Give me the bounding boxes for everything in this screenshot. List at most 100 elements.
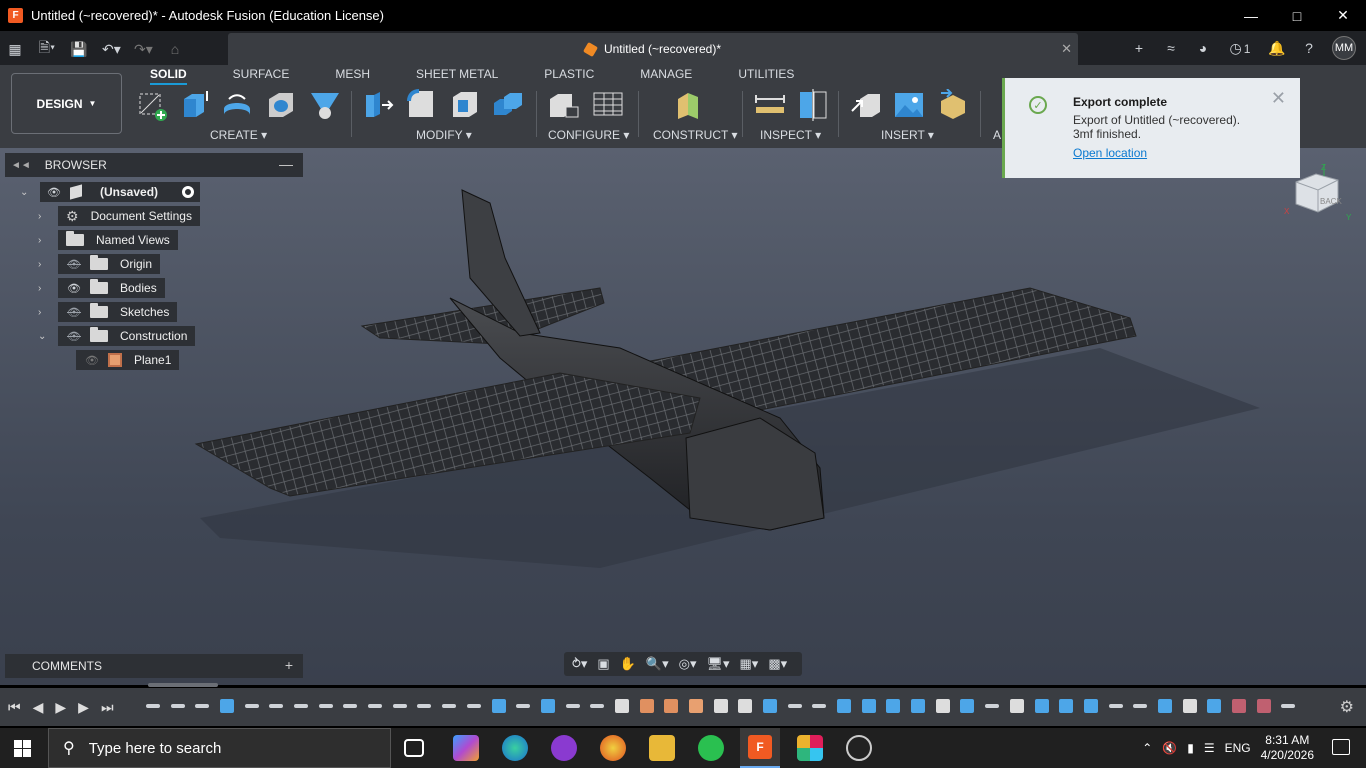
insert-derive-icon[interactable] (850, 89, 882, 121)
timeline-feature-icon[interactable] (714, 699, 728, 713)
taskbar-search-box[interactable]: ⚲ Type here to search (48, 728, 391, 768)
save-icon[interactable]: 💾 (70, 41, 88, 58)
orbit-icon[interactable]: ⥁▾ (572, 656, 587, 672)
chevron-down-icon[interactable]: ⌄ (20, 187, 30, 198)
battery-icon[interactable]: ▮ (1187, 741, 1194, 755)
loft-icon[interactable] (309, 89, 341, 121)
task-view-icon[interactable] (404, 739, 424, 757)
undo-icon[interactable]: ↶▾ (102, 41, 121, 58)
document-tab[interactable]: Untitled (~recovered)* ✕ (228, 33, 1078, 65)
data-panel-grid-icon[interactable]: ▦ (6, 41, 24, 58)
browser-item-document-settings[interactable]: › ⚙ Document Settings (38, 206, 200, 226)
timeline-feature-icon[interactable] (368, 704, 382, 708)
timeline-feature-icon[interactable] (1010, 699, 1024, 713)
tab-utilities[interactable]: UTILITIES (738, 67, 794, 85)
comments-panel-header[interactable]: COMMENTS + (5, 654, 303, 678)
timeline-feature-icon[interactable] (911, 699, 925, 713)
extrude-icon[interactable] (178, 89, 210, 121)
new-tab-icon[interactable]: + (1130, 40, 1148, 56)
hidden-eye-icon[interactable]: 👁 (66, 306, 82, 319)
canvas-image-icon[interactable] (893, 89, 925, 121)
timeline-feature-icon[interactable] (1158, 699, 1172, 713)
close-notification-icon[interactable]: ✕ (1271, 88, 1286, 109)
fillet-icon[interactable] (405, 89, 437, 121)
timeline-feature-icon[interactable] (442, 704, 456, 708)
browser-item-origin[interactable]: › 👁 Origin (38, 254, 161, 274)
timeline-feature-icon[interactable] (1281, 704, 1295, 708)
timeline-feature-icon[interactable] (1133, 704, 1147, 708)
timeline-feature-icon[interactable] (1084, 699, 1098, 713)
tab-mesh[interactable]: MESH (335, 67, 370, 85)
press-pull-icon[interactable] (362, 89, 394, 121)
timeline-feature-icon[interactable] (812, 704, 826, 708)
timeline-feature-icon[interactable] (343, 704, 357, 708)
inspect-group[interactable]: INSPECT ▾ (760, 128, 821, 142)
home-icon[interactable]: ⌂ (166, 41, 184, 57)
edge-browser-icon[interactable] (502, 735, 528, 761)
display-settings-icon[interactable]: 🖥▾ (706, 656, 729, 672)
chevron-down-icon[interactable]: ⌄ (38, 331, 48, 342)
timeline-feature-icon[interactable] (566, 704, 580, 708)
chevron-right-icon[interactable]: › (38, 307, 48, 318)
step-forward-icon[interactable]: ▶ (78, 699, 89, 716)
firefox-icon[interactable] (600, 735, 626, 761)
hidden-eye-icon[interactable]: 👁 (66, 258, 82, 271)
create-group[interactable]: CREATE ▾ (210, 128, 267, 142)
timeline-feature-icon[interactable] (1207, 699, 1221, 713)
activate-radio-icon[interactable] (182, 186, 195, 198)
clock[interactable]: 8:31 AM 4/20/2026 (1261, 733, 1314, 763)
timeline-feature-icon[interactable] (763, 699, 777, 713)
browser-item-construction[interactable]: ⌄ 👁 Construction (38, 326, 196, 346)
timeline-feature-icon[interactable] (936, 699, 950, 713)
game-app-icon[interactable] (551, 735, 577, 761)
volume-muted-icon[interactable]: 🔇 (1162, 741, 1177, 755)
offset-plane-icon[interactable] (674, 89, 706, 121)
timeline-feature-icon[interactable] (738, 699, 752, 713)
insert-group[interactable]: INSERT ▾ (881, 128, 934, 142)
visibility-eye-icon[interactable]: 👁 (84, 354, 100, 367)
revolve-icon[interactable] (221, 89, 253, 121)
viewports-icon[interactable]: ▩▾ (768, 656, 787, 672)
hidden-eye-icon[interactable]: 👁 (66, 330, 82, 343)
timeline-feature-icon[interactable] (1257, 699, 1271, 713)
chevron-right-icon[interactable]: › (38, 283, 48, 294)
fusion-taskbar-button[interactable]: F (740, 728, 780, 768)
go-to-start-icon[interactable]: ⏮ (8, 699, 21, 716)
timeline-feature-icon[interactable] (1183, 699, 1197, 713)
visibility-eye-icon[interactable]: 👁 (46, 186, 62, 199)
timeline-feature-icon[interactable] (393, 704, 407, 708)
timeline-feature-icon[interactable] (640, 699, 654, 713)
close-tab-button[interactable]: ✕ (1061, 41, 1072, 57)
tab-solid[interactable]: SOLID (150, 67, 187, 85)
tab-manage[interactable]: MANAGE (640, 67, 692, 85)
job-status-icon[interactable]: ◷ 1 (1226, 40, 1254, 57)
minimize-panel-icon[interactable]: — (279, 156, 293, 172)
tab-surface[interactable]: SURFACE (233, 67, 290, 85)
chevron-up-icon[interactable]: ⌃ (1142, 741, 1152, 755)
collapse-left-icon[interactable]: ◄◄ (11, 160, 31, 171)
slack-icon[interactable] (797, 735, 823, 761)
timeline-feature-icon[interactable] (146, 704, 160, 708)
windows-start-icon[interactable] (14, 740, 31, 757)
help-icon[interactable]: ? (1300, 40, 1318, 56)
timeline-feature-icon[interactable] (220, 699, 234, 713)
visibility-eye-icon[interactable]: 👁 (66, 282, 82, 295)
timeline-feature-icon[interactable] (541, 699, 555, 713)
extensions-icon[interactable]: ≈ (1162, 40, 1180, 56)
3d-viewport[interactable] (0, 148, 1366, 685)
timeline-feature-icon[interactable] (269, 704, 283, 708)
language-indicator[interactable]: ENG (1225, 741, 1251, 755)
chevron-right-icon[interactable]: › (38, 235, 48, 246)
timeline-feature-icon[interactable] (319, 704, 333, 708)
browser-item-named-views[interactable]: › Named Views (38, 230, 178, 250)
measure-icon[interactable] (754, 89, 786, 121)
timeline-feature-icon[interactable] (516, 704, 530, 708)
insert-mesh-icon[interactable] (937, 89, 969, 121)
timeline-settings-gear-icon[interactable]: ⚙ (1340, 697, 1354, 717)
whatsapp-icon[interactable] (698, 735, 724, 761)
add-comment-icon[interactable]: + (285, 657, 293, 673)
configure-design-icon[interactable] (548, 89, 580, 121)
timeline-feature-icon[interactable] (615, 699, 629, 713)
modify-group[interactable]: MODIFY ▾ (416, 128, 472, 142)
shell-icon[interactable] (449, 89, 481, 121)
